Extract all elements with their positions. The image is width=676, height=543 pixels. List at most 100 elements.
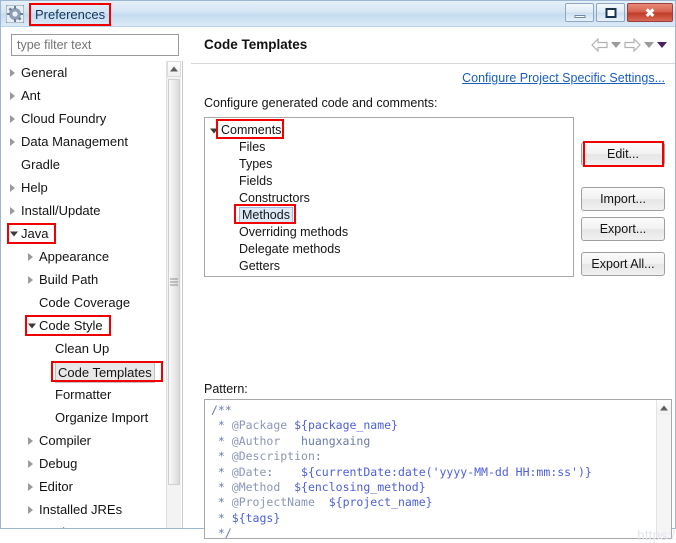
sidebar-item-formatter[interactable]: Formatter [7, 383, 167, 406]
pattern-textarea[interactable]: /** * @Package ${package_name} * @Author… [204, 399, 672, 539]
sidebar-item-label: Installed JREs [39, 502, 123, 517]
chevron-right-icon[interactable] [28, 505, 33, 514]
sidebar-item-label: Install/Update [21, 203, 101, 218]
pattern-label: Pattern: [204, 382, 248, 396]
template-item-setters[interactable]: Setters [205, 275, 573, 277]
chevron-right-icon[interactable] [10, 114, 15, 123]
configure-label: Configure generated code and comments: [204, 96, 438, 110]
template-item-overriding-methods[interactable]: Overriding methods [205, 224, 573, 241]
sidebar-item-gradle[interactable]: Gradle [7, 153, 167, 176]
preferences-tree[interactable]: General Ant Cloud Foundry Data Management Gr… [7, 61, 183, 528]
back-dropdown-icon[interactable] [611, 42, 621, 48]
minimize-icon [574, 14, 585, 18]
template-item-label: Fields [239, 174, 273, 188]
sidebar-item-general[interactable]: General [7, 61, 167, 84]
chevron-right-icon[interactable] [28, 459, 33, 468]
export-button[interactable]: Export... [581, 217, 665, 241]
sidebar-item-label: JUnit [39, 521, 69, 528]
preferences-dialog: Preferences ✖ General Ant Cloud Foundry Dat… [0, 0, 676, 543]
sidebar-item-label: General [21, 65, 68, 80]
sidebar-item-label: Appearance [39, 249, 110, 264]
forward-arrow-icon[interactable] [624, 38, 641, 52]
template-item-files[interactable]: Files [205, 139, 573, 156]
sidebar-item-label: Debug [39, 456, 78, 471]
close-icon: ✖ [644, 5, 656, 20]
import-button[interactable]: Import... [581, 187, 665, 211]
chevron-right-icon[interactable] [10, 183, 15, 192]
sidebar-item-help[interactable]: Help [7, 176, 167, 199]
sidebar-item-code-templates[interactable]: Code Templates [7, 360, 167, 384]
pattern-code: /** * @Package ${package_name} * @Author… [211, 403, 592, 539]
chevron-right-icon[interactable] [10, 206, 15, 215]
sidebar-item-installed-jres[interactable]: Installed JREs [7, 498, 167, 521]
template-item-label: Methods [239, 207, 293, 224]
title-divider [191, 63, 675, 64]
pattern-scrollbar[interactable] [656, 400, 671, 538]
templates-tree[interactable]: Comments Files Types Fields Constructors Meth… [204, 117, 574, 277]
sidebar-item-label: Code Templates [55, 362, 155, 384]
chevron-down-icon[interactable] [28, 323, 36, 328]
template-item-label: Setters [239, 276, 279, 277]
chevron-right-icon[interactable] [10, 68, 15, 77]
edit-button[interactable]: Edit... [581, 142, 665, 166]
template-item-types[interactable]: Types [205, 156, 573, 173]
sidebar-item-java[interactable]: Java [7, 222, 167, 245]
preferences-sidebar: General Ant Cloud Foundry Data Management Gr… [7, 31, 183, 528]
page-title: Code Templates [204, 37, 308, 52]
sidebar-item-label: Clean Up [55, 341, 110, 356]
view-menu-icon[interactable] [657, 42, 667, 48]
sidebar-item-label: Code Coverage [39, 295, 131, 310]
scrollbar-thumb[interactable] [168, 79, 180, 485]
page-nav-icons [591, 38, 667, 52]
sidebar-item-junit[interactable]: JUnit [7, 521, 167, 528]
sidebar-item-compiler[interactable]: Compiler [7, 429, 167, 452]
scroll-up-button[interactable] [167, 61, 181, 77]
sidebar-item-code-style[interactable]: Code Style [7, 314, 167, 337]
pattern-scroll-up-button[interactable] [657, 400, 671, 415]
sidebar-item-data-management[interactable]: Data Management [7, 130, 167, 153]
template-item-methods[interactable]: Methods [205, 207, 573, 224]
chevron-down-icon[interactable] [210, 128, 218, 133]
sidebar-item-clean-up[interactable]: Clean Up [7, 337, 167, 360]
export-all-button[interactable]: Export All... [581, 252, 665, 276]
window-title-annotation: Preferences [29, 3, 112, 26]
sidebar-item-ant[interactable]: Ant [7, 84, 167, 107]
chevron-down-icon[interactable] [10, 231, 18, 236]
chevron-right-icon[interactable] [28, 275, 33, 284]
close-button[interactable]: ✖ [627, 3, 673, 22]
template-item-constructors[interactable]: Constructors [205, 190, 573, 207]
chevron-up-icon [660, 405, 668, 410]
template-item-comments[interactable]: Comments [205, 122, 573, 139]
code-templates-page: Code Templates Configure Project Specifi… [191, 27, 676, 543]
template-item-getters[interactable]: Getters [205, 258, 573, 275]
sidebar-scrollbar[interactable] [166, 61, 181, 528]
window-title: Preferences [35, 7, 106, 22]
sidebar-item-install-update[interactable]: Install/Update [7, 199, 167, 222]
chevron-right-icon[interactable] [28, 436, 33, 445]
sidebar-item-debug[interactable]: Debug [7, 452, 167, 475]
sidebar-item-editor[interactable]: Editor [7, 475, 167, 498]
template-item-label: Overriding methods [239, 225, 349, 239]
sidebar-item-code-coverage[interactable]: Code Coverage [7, 291, 167, 314]
chevron-right-icon[interactable] [10, 137, 15, 146]
forward-dropdown-icon[interactable] [644, 42, 654, 48]
sidebar-item-build-path[interactable]: Build Path [7, 268, 167, 291]
back-arrow-icon[interactable] [591, 38, 608, 52]
sidebar-item-label: Build Path [39, 272, 99, 287]
chevron-right-icon[interactable] [28, 252, 33, 261]
template-item-delegate-methods[interactable]: Delegate methods [205, 241, 573, 258]
sidebar-item-organize-import[interactable]: Organize Import [7, 406, 167, 429]
maximize-button[interactable] [596, 3, 625, 22]
window-controls: ✖ [563, 3, 673, 23]
chevron-right-icon[interactable] [10, 91, 15, 100]
template-item-label: Delegate methods [239, 242, 341, 256]
minimize-button[interactable] [565, 3, 594, 22]
template-item-fields[interactable]: Fields [205, 173, 573, 190]
configure-project-specific-settings-link[interactable]: Configure Project Specific Settings... [462, 71, 665, 85]
sidebar-item-label: Compiler [39, 433, 92, 448]
sidebar-item-appearance[interactable]: Appearance [7, 245, 167, 268]
template-item-label: Types [239, 157, 273, 171]
sidebar-item-cloud-foundry[interactable]: Cloud Foundry [7, 107, 167, 130]
chevron-right-icon[interactable] [28, 482, 33, 491]
filter-input[interactable] [11, 34, 179, 56]
